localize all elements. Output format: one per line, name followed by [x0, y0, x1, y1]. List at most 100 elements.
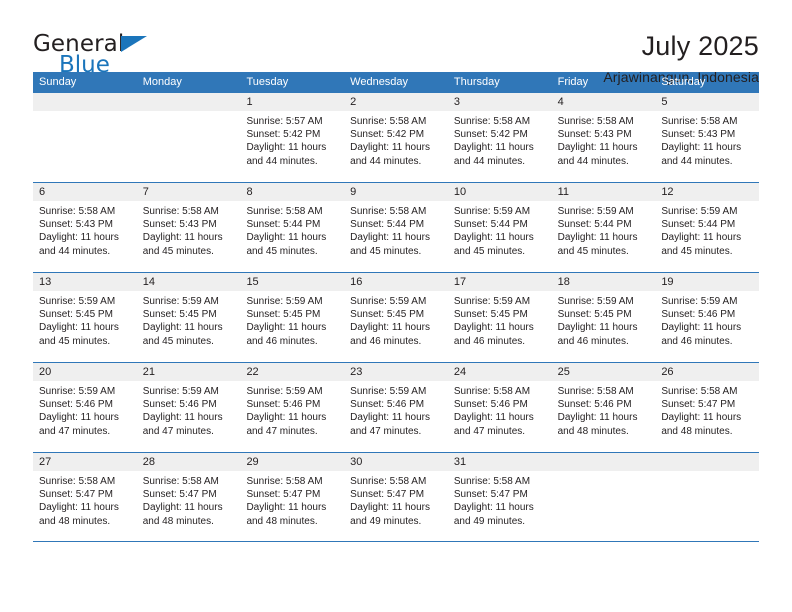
- calendar-day-cell[interactable]: 24 Sunrise: 5:58 AM Sunset: 5:46 PM Dayligh…: [447, 363, 552, 452]
- sunrise-text: Sunrise: 5:59 AM: [661, 296, 738, 307]
- calendar-day-cell[interactable]: 3 Sunrise: 5:58 AM Sunset: 5:42 PM Daylight…: [447, 93, 552, 182]
- day-details: Sunrise: 5:58 AM Sunset: 5:47 PM Daylight:…: [33, 471, 137, 528]
- daylight-text-line1: Daylight: 11 hours: [453, 232, 534, 244]
- calendar-day-cell[interactable]: 25 Sunrise: 5:58 AM Sunset: 5:46 PM Dayligh…: [551, 363, 656, 452]
- day-number: 5: [655, 93, 760, 111]
- calendar-day-cell[interactable]: 31 Sunrise: 5:58 AM Sunset: 5:47 PM Dayligh…: [447, 453, 552, 541]
- sunrise-text: Sunrise: 5:58 AM: [661, 386, 738, 397]
- weekday-header-saturday: Saturday: [661, 76, 706, 88]
- daylight-text-line2: and 44 minutes.: [557, 155, 629, 167]
- calendar-day-cell[interactable]: 5 Sunrise: 5:58 AM Sunset: 5:43 PM Daylight…: [655, 93, 760, 182]
- sunset-text: Sunset: 5:44 PM: [453, 219, 528, 231]
- sunrise-text: Sunrise: 5:58 AM: [39, 476, 116, 487]
- sunrise-text: Sunrise: 5:59 AM: [39, 386, 116, 397]
- day-details: Sunrise: 5:59 AM Sunset: 5:44 PM Daylight:…: [448, 201, 552, 258]
- daylight-text-line1: Daylight: 11 hours: [142, 412, 223, 424]
- calendar-week-row: 20 Sunrise: 5:59 AM Sunset: 5:46 PM Dayligh…: [33, 362, 760, 452]
- sunset-text: Sunset: 5:45 PM: [557, 309, 632, 321]
- daylight-text-line2: and 45 minutes.: [142, 335, 214, 347]
- daylight-text-line2: and 47 minutes.: [39, 425, 111, 437]
- calendar-week-row: 1 Sunrise: 5:57 AM Sunset: 5:42 PM Daylight…: [33, 92, 760, 182]
- day-details: Sunrise: 5:58 AM Sunset: 5:47 PM Daylight:…: [344, 471, 448, 528]
- daylight-text-line1: Daylight: 11 hours: [39, 322, 119, 334]
- calendar-day-cell[interactable]: 1 Sunrise: 5:57 AM Sunset: 5:42 PM Daylight…: [240, 93, 345, 182]
- calendar-grid: Sunday Monday Tuesday Wednesday Thursday…: [33, 72, 760, 542]
- calendar-day-cell[interactable]: 27 Sunrise: 5:58 AM Sunset: 5:47 PM Dayligh…: [33, 453, 137, 541]
- day-number: 18: [551, 273, 656, 291]
- calendar-day-cell[interactable]: 10 Sunrise: 5:59 AM Sunset: 5:44 PM Dayligh…: [447, 183, 552, 272]
- calendar-day-cell[interactable]: 15 Sunrise: 5:59 AM Sunset: 5:45 PM Dayligh…: [240, 273, 345, 362]
- sunrise-text: Sunrise: 5:59 AM: [246, 386, 323, 397]
- daylight-text-line1: Daylight: 11 hours: [661, 232, 742, 244]
- weekday-header-wednesday: Wednesday: [350, 76, 409, 88]
- calendar-day-cell[interactable]: 14 Sunrise: 5:59 AM Sunset: 5:45 PM Dayligh…: [136, 273, 241, 362]
- calendar-day-cell[interactable]: 7 Sunrise: 5:58 AM Sunset: 5:43 PM Daylight…: [136, 183, 241, 272]
- day-details: Sunrise: 5:58 AM Sunset: 5:46 PM Daylight:…: [448, 381, 552, 438]
- sunset-text: Sunset: 5:44 PM: [661, 219, 736, 231]
- calendar-day-cell[interactable]: 17 Sunrise: 5:59 AM Sunset: 5:45 PM Dayligh…: [447, 273, 552, 362]
- calendar-day-cell[interactable]: 19 Sunrise: 5:59 AM Sunset: 5:46 PM Dayligh…: [655, 273, 760, 362]
- calendar-day-cell[interactable]: 6 Sunrise: 5:58 AM Sunset: 5:43 PM Daylight…: [33, 183, 137, 272]
- sunrise-text: Sunrise: 5:59 AM: [142, 296, 219, 307]
- sunset-text: Sunset: 5:46 PM: [142, 399, 217, 411]
- daylight-text-line1: Daylight: 11 hours: [246, 322, 327, 334]
- day-number: 30: [344, 453, 448, 471]
- sunset-text: Sunset: 5:45 PM: [246, 309, 321, 321]
- day-number: 7: [136, 183, 241, 201]
- calendar-day-cell[interactable]: 4 Sunrise: 5:58 AM Sunset: 5:43 PM Daylight…: [551, 93, 656, 182]
- daylight-text-line2: and 47 minutes.: [246, 425, 318, 437]
- daylight-text-line1: Daylight: 11 hours: [661, 142, 742, 154]
- day-number: 17: [447, 273, 552, 291]
- day-details: Sunrise: 5:59 AM Sunset: 5:46 PM Daylight:…: [240, 381, 344, 438]
- daylight-text-line1: Daylight: 11 hours: [453, 412, 534, 424]
- sunset-text: Sunset: 5:45 PM: [39, 309, 113, 321]
- calendar-day-cell[interactable]: 22 Sunrise: 5:59 AM Sunset: 5:46 PM Dayligh…: [240, 363, 345, 452]
- sunrise-text: Sunrise: 5:58 AM: [350, 206, 427, 217]
- daylight-text-line2: and 44 minutes.: [350, 155, 422, 167]
- day-details: Sunrise: 5:59 AM Sunset: 5:45 PM Daylight:…: [344, 291, 448, 348]
- sunrise-text: Sunrise: 5:59 AM: [453, 206, 531, 217]
- calendar-day-cell[interactable]: 9 Sunrise: 5:58 AM Sunset: 5:44 PM Daylight…: [344, 183, 448, 272]
- daylight-text-line2: and 46 minutes.: [557, 335, 629, 347]
- calendar-day-cell[interactable]: 29 Sunrise: 5:58 AM Sunset: 5:47 PM Dayligh…: [240, 453, 345, 541]
- day-number: 23: [344, 363, 448, 381]
- daylight-text-line2: and 47 minutes.: [142, 425, 214, 437]
- sunset-text: Sunset: 5:45 PM: [142, 309, 217, 321]
- weekday-header-monday: Monday: [142, 76, 182, 88]
- calendar-day-cell[interactable]: 11 Sunrise: 5:59 AM Sunset: 5:44 PM Dayligh…: [551, 183, 656, 272]
- calendar-day-cell[interactable]: 26 Sunrise: 5:58 AM Sunset: 5:47 PM Dayligh…: [655, 363, 760, 452]
- calendar-day-cell[interactable]: 28 Sunrise: 5:58 AM Sunset: 5:47 PM Dayligh…: [136, 453, 241, 541]
- daylight-text-line1: Daylight: 11 hours: [350, 142, 431, 154]
- day-number: 16: [344, 273, 448, 291]
- calendar-day-cell[interactable]: 16 Sunrise: 5:59 AM Sunset: 5:45 PM Dayligh…: [344, 273, 448, 362]
- calendar-day-cell[interactable]: 18 Sunrise: 5:59 AM Sunset: 5:45 PM Dayligh…: [551, 273, 656, 362]
- calendar-day-cell[interactable]: 30 Sunrise: 5:58 AM Sunset: 5:47 PM Dayligh…: [344, 453, 448, 541]
- day-number: 2: [344, 93, 448, 111]
- daylight-text-line1: Daylight: 11 hours: [142, 232, 223, 244]
- day-details: Sunrise: 5:58 AM Sunset: 5:43 PM Daylight:…: [137, 201, 241, 258]
- day-number: 20: [33, 363, 137, 381]
- calendar-day-cell[interactable]: 8 Sunrise: 5:58 AM Sunset: 5:44 PM Daylight…: [240, 183, 345, 272]
- calendar-day-cell[interactable]: 20 Sunrise: 5:59 AM Sunset: 5:46 PM Dayligh…: [33, 363, 137, 452]
- generalblue-logo[interactable]: General Blue: [33, 30, 148, 82]
- daylight-text-line2: and 44 minutes.: [246, 155, 318, 167]
- daylight-text-line2: and 48 minutes.: [557, 425, 629, 437]
- daylight-text-line2: and 48 minutes.: [246, 515, 318, 527]
- day-number: 13: [33, 273, 137, 291]
- sunrise-text: Sunrise: 5:59 AM: [557, 206, 634, 217]
- calendar-week-row: 27 Sunrise: 5:58 AM Sunset: 5:47 PM Dayligh…: [33, 452, 760, 542]
- day-number: 21: [136, 363, 241, 381]
- day-number: 4: [551, 93, 656, 111]
- day-number: [551, 453, 656, 471]
- calendar-day-cell[interactable]: 21 Sunrise: 5:59 AM Sunset: 5:46 PM Dayligh…: [136, 363, 241, 452]
- day-number: 19: [655, 273, 760, 291]
- calendar-day-cell[interactable]: 2 Sunrise: 5:58 AM Sunset: 5:42 PM Daylight…: [344, 93, 448, 182]
- day-details: Sunrise: 5:58 AM Sunset: 5:47 PM Daylight:…: [137, 471, 241, 528]
- sunrise-text: Sunrise: 5:58 AM: [453, 476, 531, 487]
- sunset-text: Sunset: 5:46 PM: [453, 399, 528, 411]
- sunrise-text: Sunrise: 5:59 AM: [661, 206, 738, 217]
- sunrise-text: Sunrise: 5:58 AM: [39, 206, 116, 217]
- calendar-day-cell[interactable]: 23 Sunrise: 5:59 AM Sunset: 5:46 PM Dayligh…: [344, 363, 448, 452]
- calendar-day-cell[interactable]: 12 Sunrise: 5:59 AM Sunset: 5:44 PM Dayligh…: [655, 183, 760, 272]
- calendar-day-cell[interactable]: 13 Sunrise: 5:59 AM Sunset: 5:45 PM Dayligh…: [33, 273, 137, 362]
